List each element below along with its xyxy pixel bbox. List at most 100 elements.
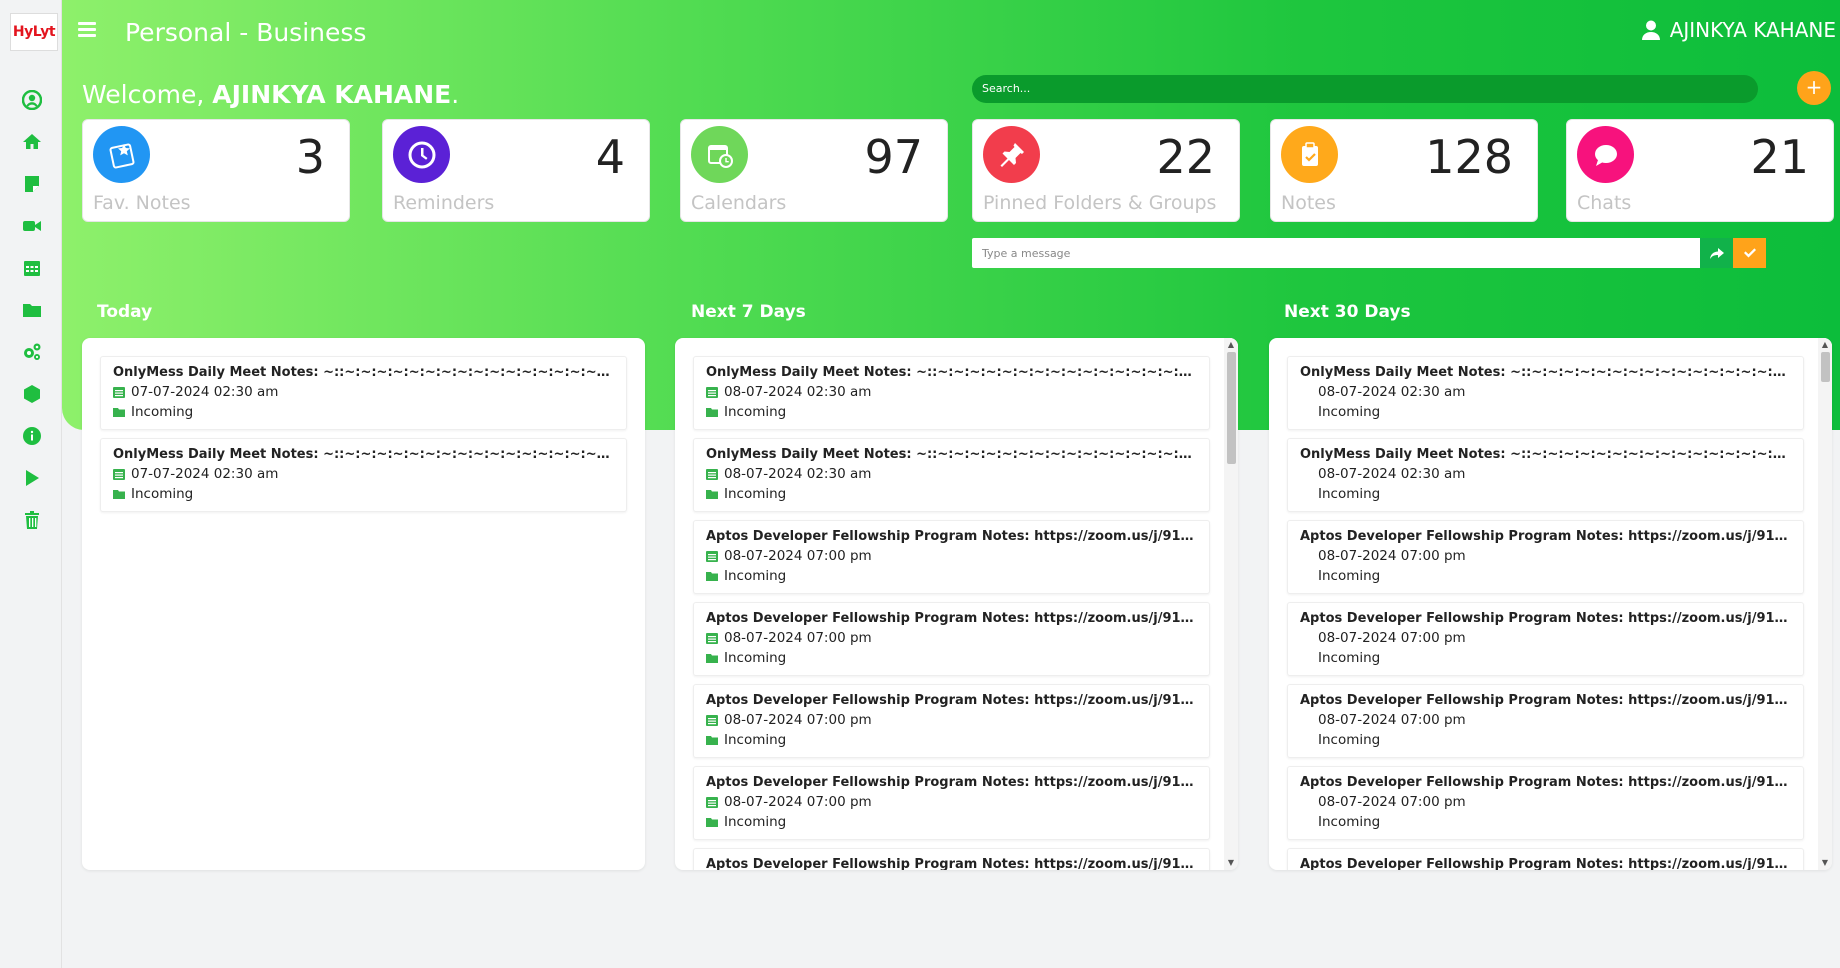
list-item[interactable]: OnlyMess Daily Meet Notes: ~::~:~:~:~:~:… bbox=[693, 438, 1210, 512]
stat-label: Fav. Notes bbox=[93, 192, 191, 214]
item-folder: Incoming bbox=[1300, 486, 1791, 502]
user-circle-icon[interactable] bbox=[20, 88, 44, 112]
item-folder-text: Incoming bbox=[724, 650, 787, 666]
item-date: 08-07-2024 07:00 pm bbox=[1300, 630, 1791, 646]
item-date: 08-07-2024 02:30 am bbox=[706, 466, 1197, 482]
item-title: OnlyMess Daily Meet Notes: ~::~:~:~:~:~:… bbox=[113, 365, 614, 380]
list-item[interactable]: OnlyMess Daily Meet Notes: ~::~:~:~:~:~:… bbox=[100, 438, 627, 512]
search-input[interactable]: Search... bbox=[972, 75, 1758, 103]
share-button[interactable] bbox=[1700, 238, 1733, 268]
item-folder-text: Incoming bbox=[1318, 568, 1381, 584]
calendar-clock-icon bbox=[691, 126, 748, 183]
item-date-text: 08-07-2024 02:30 am bbox=[1318, 384, 1466, 400]
item-date-text: 08-07-2024 02:30 am bbox=[724, 384, 872, 400]
stat-card-reminders[interactable]: 4 Reminders bbox=[382, 119, 650, 222]
stat-card-chats[interactable]: 21 Chats bbox=[1566, 119, 1834, 222]
clock-icon bbox=[393, 126, 450, 183]
scrollbar-thumb[interactable] bbox=[1821, 352, 1830, 382]
folder-icon bbox=[113, 408, 125, 417]
item-date: 08-07-2024 07:00 pm bbox=[1300, 712, 1791, 728]
list-item[interactable]: OnlyMess Daily Meet Notes: ~::~:~:~:~:~:… bbox=[1287, 438, 1804, 512]
stat-value: 22 bbox=[1156, 130, 1215, 184]
calendar-icon[interactable] bbox=[20, 256, 44, 280]
play-icon[interactable] bbox=[20, 466, 44, 490]
list-item[interactable]: Aptos Developer Fellowship Program Notes… bbox=[1287, 684, 1804, 758]
user-menu[interactable]: AJINKYA KAHANE bbox=[1641, 18, 1836, 42]
list-item[interactable]: Aptos Developer Fellowship Program Notes… bbox=[1287, 766, 1804, 840]
list-item[interactable]: Aptos Developer Fellowship Program Notes… bbox=[693, 766, 1210, 840]
list-item[interactable]: Aptos Developer Fellowship Program Notes… bbox=[693, 602, 1210, 676]
item-title: Aptos Developer Fellowship Program Notes… bbox=[1300, 529, 1791, 544]
item-folder: Incoming bbox=[1300, 814, 1791, 830]
section-title-next7: Next 7 Days bbox=[691, 302, 806, 322]
item-folder-text: Incoming bbox=[724, 486, 787, 502]
item-title: OnlyMess Daily Meet Notes: ~::~:~:~:~:~:… bbox=[113, 447, 614, 462]
item-folder: Incoming bbox=[1300, 732, 1791, 748]
item-date-text: 08-07-2024 07:00 pm bbox=[724, 630, 872, 646]
stat-label: Reminders bbox=[393, 192, 495, 214]
scrollbar[interactable]: ▲ ▼ bbox=[1818, 338, 1832, 870]
list-item[interactable]: Aptos Developer Fellowship Program Notes… bbox=[1287, 848, 1804, 870]
folder-icon bbox=[706, 490, 718, 499]
welcome-name: AJINKYA KAHANE bbox=[212, 80, 452, 109]
message-input[interactable]: Type a message bbox=[972, 238, 1766, 268]
next30-list: OnlyMess Daily Meet Notes: ~::~:~:~:~:~:… bbox=[1287, 356, 1804, 870]
app-logo[interactable]: HyLyt bbox=[10, 13, 58, 51]
calendar-icon bbox=[113, 469, 125, 480]
note-icon[interactable] bbox=[20, 172, 44, 196]
stat-label: Chats bbox=[1577, 192, 1632, 214]
scrollbar-thumb[interactable] bbox=[1227, 352, 1236, 464]
confirm-button[interactable] bbox=[1733, 238, 1766, 268]
calendar-icon bbox=[706, 633, 718, 644]
share-arrow-icon bbox=[1709, 248, 1724, 259]
item-title: Aptos Developer Fellowship Program Notes… bbox=[1300, 693, 1791, 708]
item-date: 08-07-2024 07:00 pm bbox=[706, 712, 1197, 728]
section-title-next30: Next 30 Days bbox=[1284, 302, 1411, 322]
list-item[interactable]: Aptos Developer Fellowship Program Notes… bbox=[693, 520, 1210, 594]
stat-card-calendars[interactable]: 97 Calendars bbox=[680, 119, 948, 222]
item-date-text: 08-07-2024 07:00 pm bbox=[724, 548, 872, 564]
folder-icon[interactable] bbox=[20, 298, 44, 322]
stat-card-pinned-folders[interactable]: 22 Pinned Folders & Groups bbox=[972, 119, 1240, 222]
menu-toggle-icon[interactable] bbox=[78, 22, 96, 38]
info-icon[interactable] bbox=[20, 424, 44, 448]
sidebar: HyLyt bbox=[0, 0, 62, 968]
item-title: Aptos Developer Fellowship Program Notes… bbox=[1300, 611, 1791, 626]
stat-card-notes[interactable]: 128 Notes bbox=[1270, 119, 1538, 222]
list-item[interactable]: OnlyMess Daily Meet Notes: ~::~:~:~:~:~:… bbox=[1287, 356, 1804, 430]
video-icon[interactable] bbox=[20, 214, 44, 238]
item-date: 08-07-2024 07:00 pm bbox=[1300, 794, 1791, 810]
item-folder: Incoming bbox=[706, 650, 1197, 666]
item-title: Aptos Developer Fellowship Program Notes… bbox=[706, 857, 1197, 870]
settings-gears-icon[interactable] bbox=[20, 340, 44, 364]
item-date: 08-07-2024 07:00 pm bbox=[706, 548, 1197, 564]
scrollbar[interactable]: ▲ ▼ bbox=[1224, 338, 1238, 870]
list-item[interactable]: Aptos Developer Fellowship Program Notes… bbox=[1287, 602, 1804, 676]
list-item[interactable]: Aptos Developer Fellowship Program Notes… bbox=[693, 684, 1210, 758]
item-title: OnlyMess Daily Meet Notes: ~::~:~:~:~:~:… bbox=[706, 365, 1197, 380]
stat-card-fav-notes[interactable]: 3 Fav. Notes bbox=[82, 119, 350, 222]
list-item[interactable]: OnlyMess Daily Meet Notes: ~::~:~:~:~:~:… bbox=[693, 356, 1210, 430]
item-date-text: 08-07-2024 07:00 pm bbox=[1318, 548, 1466, 564]
item-date-text: 08-07-2024 07:00 pm bbox=[724, 794, 872, 810]
page-title: Personal - Business bbox=[125, 18, 367, 47]
home-icon[interactable] bbox=[20, 130, 44, 154]
message-placeholder: Type a message bbox=[982, 247, 1071, 260]
list-item[interactable]: OnlyMess Daily Meet Notes: ~::~:~:~:~:~:… bbox=[100, 356, 627, 430]
list-item[interactable]: Aptos Developer Fellowship Program Notes… bbox=[1287, 520, 1804, 594]
item-folder: Incoming bbox=[113, 404, 614, 420]
item-date: 08-07-2024 02:30 am bbox=[706, 384, 1197, 400]
item-folder: Incoming bbox=[706, 732, 1197, 748]
item-folder-text: Incoming bbox=[1318, 650, 1381, 666]
stat-value: 128 bbox=[1425, 130, 1513, 184]
calendar-icon bbox=[706, 387, 718, 398]
cube-icon[interactable] bbox=[20, 382, 44, 406]
list-item[interactable]: Aptos Developer Fellowship Program Notes… bbox=[693, 848, 1210, 870]
item-folder: Incoming bbox=[706, 404, 1197, 420]
stat-value: 97 bbox=[864, 130, 923, 184]
notes-icon bbox=[1281, 126, 1338, 183]
add-button[interactable]: + bbox=[1797, 71, 1831, 105]
item-folder-text: Incoming bbox=[1318, 486, 1381, 502]
pin-icon bbox=[983, 126, 1040, 183]
trash-icon[interactable] bbox=[20, 508, 44, 532]
